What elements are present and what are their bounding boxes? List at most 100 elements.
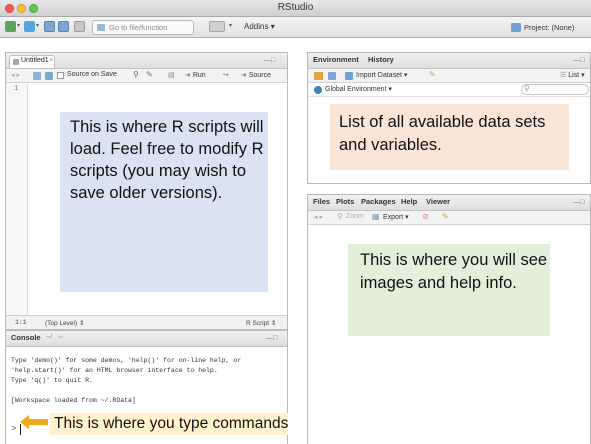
magic-wand-icon[interactable]: ✎ (146, 70, 153, 79)
console-pane-note: This is where you type commands (50, 413, 288, 435)
save-icon[interactable] (58, 21, 69, 32)
line-number: 1 (14, 85, 19, 93)
clear-broom-icon[interactable]: ✎ (429, 70, 436, 79)
dropdown-caret-icon[interactable]: ▾ (229, 22, 232, 29)
export-button[interactable]: Export ▾ (383, 213, 409, 221)
search-icon[interactable]: ⚲ (133, 70, 139, 79)
tab-label: Untitled1 (21, 57, 49, 64)
tab-viewer[interactable]: Viewer (426, 197, 450, 206)
console-line: 'help.start()' for an HTML browser inter… (11, 367, 218, 374)
source-label: Source (248, 72, 272, 79)
r-file-icon (13, 59, 19, 65)
tab-untitled1[interactable]: Untitled1 × (9, 55, 55, 68)
source-button[interactable]: ➜ Source (241, 71, 271, 79)
search-icon: ⚲ (524, 84, 530, 93)
console-line: Type 'q()' to quit R. (11, 377, 93, 384)
source-pane-note: This is where R scripts will load. Feel … (60, 112, 268, 292)
tab-plots[interactable]: Plots (336, 197, 354, 206)
source-on-save-checkbox[interactable] (57, 72, 64, 79)
tab-help[interactable]: Help (401, 197, 417, 206)
pane-minmax-icon[interactable]: —□ (266, 335, 282, 343)
save-icon[interactable] (45, 72, 53, 80)
console-tabbar: Console ~/ ⇨ —□ (6, 331, 287, 347)
run-icon: ➜ (185, 72, 191, 79)
goto-arrow-icon (97, 24, 105, 31)
files-toolbar: ◂ ▸ ⚲ Zoom ▦ Export ▾ ⊘ ✎ (308, 211, 590, 225)
open-file-icon[interactable] (44, 21, 55, 32)
addins-label: Addins (244, 22, 269, 31)
source-toolbar: ◂ ▸ Source on Save ⚲ ✎ ▤ ➜ Run ↪ ➜ Sourc… (6, 69, 287, 83)
tab-environment[interactable]: Environment (313, 55, 359, 64)
scope-selector[interactable]: (Top Level) ⇕ (45, 319, 84, 327)
project-menu[interactable]: Project: (None) (524, 23, 574, 32)
main-toolbar: ▾ ▾ Go to file/function ▾ Addins ▾ Proje… (0, 17, 591, 38)
new-project-icon[interactable] (24, 21, 35, 32)
addins-menu[interactable]: Addins ▾ (244, 22, 275, 31)
remove-plot-icon[interactable]: ⊘ (422, 212, 429, 221)
scope-label: (Top Level) (45, 320, 78, 327)
dropdown-caret-icon[interactable]: ▾ (17, 22, 20, 29)
environment-pane-note: List of all available data sets and vari… (330, 104, 569, 170)
window-title: RStudio (277, 2, 314, 13)
console-line: [Workspace loaded from ~/.RData] (11, 397, 136, 404)
export-icon: ▦ (372, 212, 380, 221)
console-line: Type 'demo()' for some demos, 'help()' f… (11, 357, 242, 364)
console-working-dir: ~/ (46, 334, 53, 341)
file-type-label: R Script (246, 320, 270, 327)
show-in-window-icon[interactable] (33, 72, 41, 80)
tab-files[interactable]: Files (313, 197, 330, 206)
console-prompt: > (11, 424, 17, 434)
print-icon[interactable] (74, 21, 85, 32)
goto-file-input[interactable]: Go to file/function (92, 20, 194, 35)
project-icon (511, 23, 521, 32)
go-to-dir-icon[interactable]: ⇨ (58, 333, 64, 341)
back-forward-icon[interactable]: ◂ ▸ (314, 213, 323, 221)
run-button[interactable]: ➜ Run (185, 71, 206, 79)
load-workspace-icon[interactable] (314, 72, 323, 80)
file-type-selector[interactable]: R Script ⇕ (246, 319, 276, 327)
pane-minmax-icon[interactable]: —□ (264, 57, 280, 65)
pane-minmax-icon[interactable]: —□ (573, 57, 589, 65)
pane-minmax-icon[interactable]: —□ (573, 199, 589, 207)
globe-icon (314, 86, 322, 94)
environment-search-input[interactable] (521, 84, 589, 95)
close-tab-icon[interactable]: × (49, 57, 53, 64)
import-dataset-icon (345, 72, 353, 80)
import-dataset-button[interactable]: Import Dataset ▾ (356, 71, 407, 79)
console-output: Type 'demo()' for some demos, 'help()' f… (11, 357, 287, 407)
zoom-button[interactable]: Zoom (346, 213, 364, 220)
save-workspace-icon[interactable] (328, 72, 336, 80)
list-label: List (568, 72, 580, 79)
tab-packages[interactable]: Packages (361, 197, 396, 206)
list-view-button[interactable]: ☰ List ▾ (560, 71, 585, 79)
tab-console[interactable]: Console (11, 333, 41, 342)
environment-tabbar: Environment History —□ (308, 53, 590, 69)
new-file-icon[interactable] (5, 21, 16, 32)
files-pane-note: This is where you will see images and he… (348, 244, 550, 336)
arrow-left-icon (20, 415, 48, 429)
tab-history[interactable]: History (368, 55, 394, 64)
source-tabbar: Untitled1 × —□ (6, 53, 287, 69)
run-label: Run (192, 72, 206, 79)
environment-toolbar: Import Dataset ▾ ✎ ☰ List ▾ (308, 69, 590, 83)
workspace-panes-icon[interactable] (209, 21, 225, 32)
source-on-save-label: Source on Save (67, 71, 117, 78)
export-label: Export (383, 214, 404, 221)
source-icon: ➜ (241, 72, 247, 79)
files-tabbar: Files Plots Packages Help Viewer —□ (308, 195, 590, 211)
dropdown-caret-icon[interactable]: ▾ (36, 22, 39, 29)
source-status-bar: 1:1 (Top Level) ⇕ R Script ⇕ (6, 315, 287, 329)
line-gutter: 1 (6, 83, 28, 315)
rerun-icon[interactable]: ↪ (223, 71, 229, 79)
environment-scope-bar: Global Environment ▾ ⚲ (308, 83, 590, 97)
list-icon: ☰ (560, 72, 567, 79)
global-environment-selector[interactable]: Global Environment ▾ (325, 85, 392, 93)
title-bar: RStudio (0, 0, 591, 17)
zoom-icon: ⚲ (337, 212, 343, 221)
import-dataset-label: Import Dataset (356, 72, 402, 79)
cursor-position: 1:1 (15, 319, 27, 326)
compile-icon[interactable]: ▤ (168, 71, 175, 79)
clear-broom-icon[interactable]: ✎ (442, 212, 449, 221)
back-icon[interactable]: ◂ ▸ (11, 71, 20, 79)
